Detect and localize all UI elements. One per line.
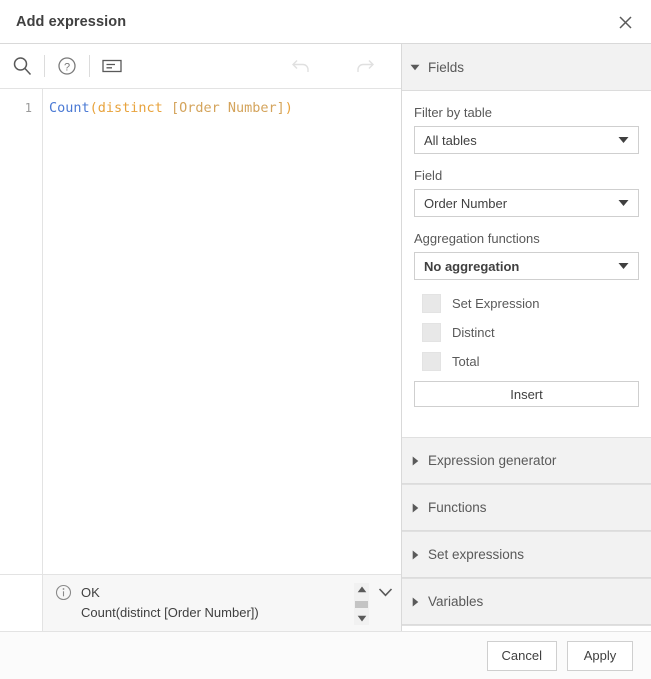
close-icon: [618, 15, 632, 29]
dialog-footer: Cancel Apply: [0, 631, 651, 679]
redo-button[interactable]: [343, 44, 387, 88]
validation-row: OK Count(distinct [Order Number]): [0, 574, 401, 631]
section-label: Functions: [428, 500, 487, 515]
dialog-body: ? 1 Count(distinct [Order Number]) OK Co…: [0, 44, 651, 631]
caret-up-icon: [357, 586, 366, 593]
validation-scrollbar[interactable]: [354, 583, 369, 625]
scrollbar-thumb[interactable]: [355, 600, 368, 608]
close-button[interactable]: [607, 4, 643, 40]
line-number: 1: [24, 101, 32, 115]
code-editor[interactable]: 1 Count(distinct [Order Number]): [0, 89, 401, 574]
caret-down-icon: [402, 64, 428, 71]
token-close-paren: ): [284, 100, 293, 116]
field-value: Order Number: [424, 195, 508, 211]
checkbox-box[interactable]: [422, 352, 441, 371]
cancel-button[interactable]: Cancel: [486, 640, 557, 671]
dialog-title: Add expression: [16, 13, 127, 30]
caret-down-icon: [357, 615, 366, 622]
section-label-fields: Fields: [428, 59, 465, 75]
filter-by-table-value: All tables: [424, 132, 477, 148]
editor-toolbar: ?: [0, 44, 401, 89]
dialog-titlebar: Add expression: [0, 0, 651, 44]
filter-by-table-label: Filter by table: [414, 105, 493, 120]
panel-spacer: [402, 421, 651, 437]
chevron-down-icon: [618, 194, 629, 212]
section-header-set-expressions[interactable]: Set expressions: [402, 531, 651, 578]
checkbox-box[interactable]: [422, 294, 441, 313]
token-open-paren: (: [89, 100, 98, 116]
apply-button[interactable]: Apply: [567, 640, 633, 671]
section-label: Expression generator: [428, 453, 557, 468]
checkbox-total[interactable]: Total: [414, 352, 639, 371]
search-icon: [13, 57, 32, 76]
section-header-functions[interactable]: Functions: [402, 484, 651, 531]
validation-status-line: OK: [55, 584, 391, 601]
chevron-down-icon: [378, 587, 392, 596]
checkbox-box[interactable]: [422, 323, 441, 342]
help-icon: ?: [58, 57, 76, 75]
token-keyword: distinct: [97, 100, 163, 116]
history-buttons: [279, 44, 387, 88]
validation-preview: Count(distinct [Order Number]): [81, 605, 259, 620]
chevron-down-icon: [618, 131, 629, 149]
line-number-gutter: 1: [0, 89, 43, 574]
field-label: Field: [414, 168, 443, 183]
search-button[interactable]: [0, 44, 44, 88]
checkbox-label: Total: [452, 354, 480, 369]
validation-panel: OK Count(distinct [Order Number]): [43, 575, 401, 631]
fields-panel: Fields Filter by table All tables Field …: [402, 44, 651, 631]
section-label: Set expressions: [428, 547, 525, 562]
info-icon: [55, 584, 72, 601]
add-expression-dialog: Add expression ? 1 Count(distinct [Order…: [0, 0, 651, 679]
aggregation-value: No aggregation: [424, 258, 520, 274]
insert-field-button[interactable]: [90, 44, 134, 88]
checkbox-distinct[interactable]: Distinct: [414, 323, 639, 342]
undo-icon: [292, 60, 309, 72]
token-function: Count: [49, 100, 90, 116]
validation-controls: [354, 583, 395, 625]
aggregation-label: Aggregation functions: [414, 231, 540, 246]
chevron-down-icon: [618, 257, 629, 275]
help-button[interactable]: ?: [45, 44, 89, 88]
checkbox-label: Set Expression: [452, 296, 540, 311]
redo-icon: [357, 60, 374, 72]
fields-section-body: Filter by table All tables Field Order N…: [402, 91, 651, 421]
svg-text:?: ?: [64, 62, 70, 74]
validation-state: OK: [81, 585, 100, 600]
expression-code[interactable]: Count(distinct [Order Number]): [43, 89, 401, 574]
aggregation-select[interactable]: No aggregation: [414, 252, 639, 280]
expand-validation-button[interactable]: [375, 583, 395, 601]
section-header-variables[interactable]: Variables: [402, 578, 651, 625]
caret-right-icon: [402, 597, 428, 607]
undo-button[interactable]: [279, 44, 323, 88]
token-field: [Order Number]: [170, 100, 285, 116]
field-select[interactable]: Order Number: [414, 189, 639, 217]
section-header-expression-generator[interactable]: Expression generator: [402, 437, 651, 484]
status-gutter: [0, 575, 43, 631]
caret-right-icon: [402, 456, 428, 466]
checkbox-set-expression[interactable]: Set Expression: [414, 294, 639, 313]
insert-field-icon: [102, 59, 122, 73]
caret-right-icon: [402, 503, 428, 513]
checkbox-label: Distinct: [452, 325, 495, 340]
editor-column: ? 1 Count(distinct [Order Number]) OK Co…: [0, 44, 402, 631]
insert-button[interactable]: Insert: [414, 381, 639, 407]
caret-right-icon: [402, 550, 428, 560]
filter-by-table-select[interactable]: All tables: [414, 126, 639, 154]
section-label: Variables: [428, 594, 484, 609]
section-header-fields[interactable]: Fields: [402, 44, 651, 91]
